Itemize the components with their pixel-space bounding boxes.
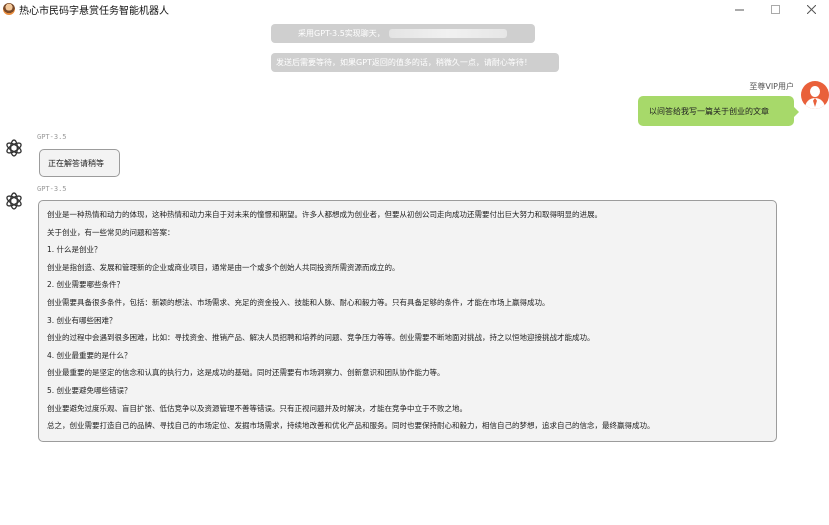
answer-line: 创业是一种热情和动力的体现，这种热情和动力来自于对未来的憧憬和期望。许多人都想成…	[47, 210, 602, 219]
minimize-icon	[734, 9, 744, 10]
wait-notice-text: 发送后需要等待，如果GPT返回的值多的话，稍微久一点，请耐心等待！	[276, 58, 532, 67]
app-icon	[3, 3, 15, 15]
answer-line: 创业需要具备很多条件，包括：新颖的想法、市场需求、充足的资金投入、技能和人脉、耐…	[47, 297, 550, 307]
vip-user-icon	[801, 81, 829, 109]
title-bar: 热心市民码字悬赏任务智能机器人	[0, 0, 829, 18]
user-message-text: 以间答给我写一篇关于创业的文章	[649, 106, 769, 116]
wait-notice: 发送后需要等待，如果GPT返回的值多的话，稍微久一点，请耐心等待！	[271, 53, 559, 72]
answer-line: 5. 创业要避免哪些错误？	[47, 385, 132, 395]
bot-pending-text: 正在解答请稍等	[48, 158, 104, 168]
model-notice: 采用GPT-3.5实现聊天，	[271, 24, 535, 43]
answer-line: 关于创业，有一些常见的问题和答案：	[47, 227, 175, 237]
app-window: 热心市民码字悬赏任务智能机器人 采用GPT-3.5实现聊天， 发送后需要等待，如…	[0, 0, 829, 525]
maximize-icon	[770, 4, 780, 14]
minimize-button[interactable]	[721, 0, 757, 18]
answer-line: 创业要避免过度乐观、盲目扩张、低估竞争以及资源管理不善等错误。只有正视问题并及时…	[47, 403, 467, 413]
model-notice-text: 采用GPT-3.5实现聊天，	[298, 29, 385, 38]
bot-name: GPT-3.5	[37, 185, 67, 193]
window-controls	[721, 0, 829, 18]
answer-line: 2. 创业需要哪些条件？	[47, 280, 125, 290]
redacted-text	[388, 29, 507, 38]
answer-line: 4. 创业最重要的是什么？	[47, 350, 132, 360]
bot-name: GPT-3.5	[37, 133, 67, 141]
close-icon	[806, 4, 816, 14]
close-button[interactable]	[793, 0, 829, 18]
bot-answer-bubble: 创业是一种热情和动力的体现，这种热情和动力来自于对未来的憧憬和期望。许多人都想成…	[38, 200, 777, 442]
window-title: 热心市民码字悬赏任务智能机器人	[19, 5, 169, 17]
bot-pending-bubble: 正在解答请稍等	[39, 149, 120, 177]
openai-logo-icon	[6, 139, 22, 157]
maximize-button[interactable]	[757, 0, 793, 18]
answer-line: 创业是指创造、发展和管理新的企业或商业项目，通常是由一个或多个创始人共同投资所需…	[47, 262, 400, 272]
answer-line: 3. 创业有哪些困难？	[47, 315, 117, 325]
answer-line: 创业最重要的是坚定的信念和认真的执行力，这是成功的基础。同时还需要有市场洞察力、…	[47, 368, 445, 378]
user-message-bubble: 以间答给我写一篇关于创业的文章	[638, 96, 799, 126]
answer-line: 1. 什么是创业？	[47, 245, 102, 255]
user-name: 至尊VIP用户	[749, 82, 794, 91]
answer-line: 总之，创业需要打造自己的品牌、寻找自己的市场定位、发掘市场需求，持续地改善和优化…	[47, 421, 655, 431]
answer-line: 创业的过程中会遇到很多困难，比如：寻找资金、推销产品、解决人员招聘和培养的问题、…	[47, 333, 595, 343]
openai-logo-icon	[6, 192, 22, 210]
